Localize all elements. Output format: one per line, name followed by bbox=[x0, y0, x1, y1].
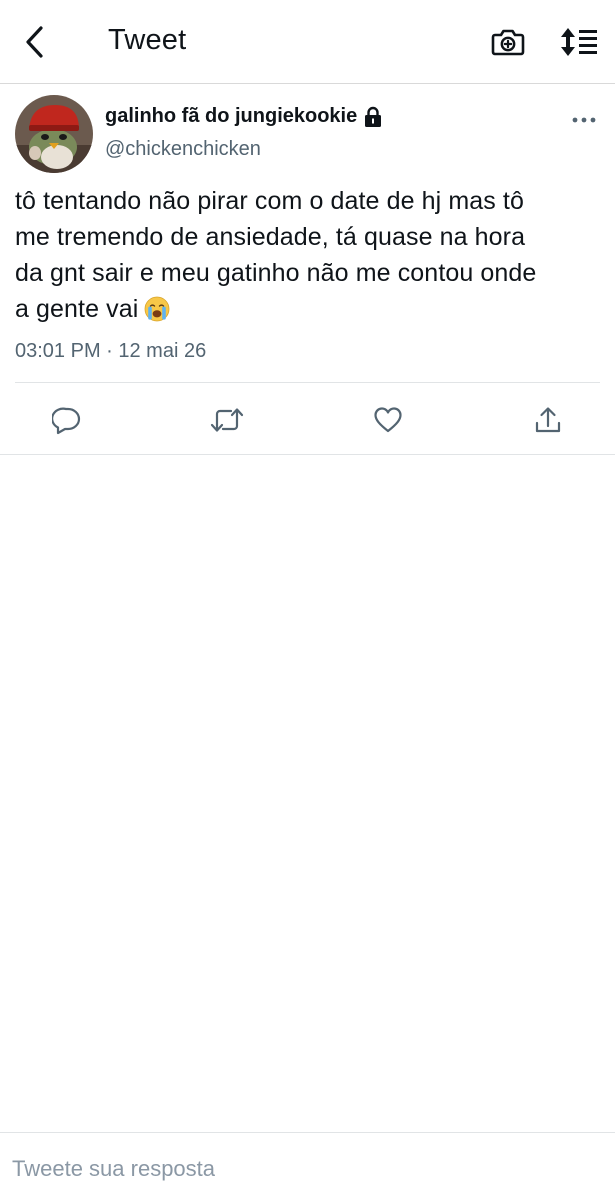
avatar[interactable] bbox=[15, 95, 93, 173]
author-name-text: galinho fã do jungiekookie bbox=[105, 105, 358, 127]
chevron-left-icon bbox=[26, 26, 43, 58]
retweet-icon bbox=[210, 408, 244, 432]
divider bbox=[0, 454, 615, 455]
tweet-text-line: me tremendo de ansiedade, tá quase na ho… bbox=[15, 223, 526, 251]
reply-composer bbox=[0, 1132, 615, 1200]
tweet-text: tô tentando não pirar com o date de hj m… bbox=[15, 183, 605, 327]
reply-input[interactable] bbox=[12, 1153, 602, 1185]
share-button[interactable] bbox=[528, 400, 568, 440]
author-name[interactable]: galinho fã do jungiekookie bbox=[105, 105, 383, 128]
page-title: Tweet bbox=[108, 24, 187, 56]
tweet-timestamp: 03:01 PM · 12 mai 26 bbox=[15, 340, 207, 362]
share-icon bbox=[535, 407, 561, 433]
lock-icon bbox=[365, 106, 382, 127]
sort-replies-button[interactable] bbox=[558, 22, 600, 62]
heart-icon bbox=[374, 407, 402, 433]
camera-plus-icon bbox=[491, 29, 525, 56]
divider bbox=[15, 382, 600, 383]
sort-list-icon bbox=[561, 28, 597, 56]
more-horizontal-icon bbox=[572, 117, 596, 123]
tweet-text-line-last: a gente vai 😭 bbox=[15, 291, 605, 327]
avatar-image bbox=[15, 95, 93, 173]
like-button[interactable] bbox=[368, 400, 408, 440]
tweet-text-line: tô tentando não pirar com o date de hj m… bbox=[15, 187, 524, 215]
tweet-text-line: da gnt sair e meu gatinho não me contou … bbox=[15, 259, 537, 287]
reply-icon bbox=[52, 407, 81, 435]
retweet-button[interactable] bbox=[207, 400, 247, 440]
reply-button[interactable] bbox=[47, 400, 87, 440]
tweet-actions bbox=[0, 394, 615, 444]
top-bar: Tweet bbox=[0, 0, 615, 84]
crying-face-emoji-icon bbox=[145, 296, 170, 322]
tweet-text-line: a gente vai bbox=[15, 295, 139, 323]
more-options-button[interactable] bbox=[566, 108, 602, 132]
camera-button[interactable] bbox=[488, 22, 528, 62]
tweet-detail-screen: Tweet galinho fã do jungiekookie @chicke… bbox=[0, 0, 615, 1200]
back-button[interactable] bbox=[14, 22, 54, 62]
author-handle[interactable]: @chickenchicken bbox=[105, 138, 261, 161]
